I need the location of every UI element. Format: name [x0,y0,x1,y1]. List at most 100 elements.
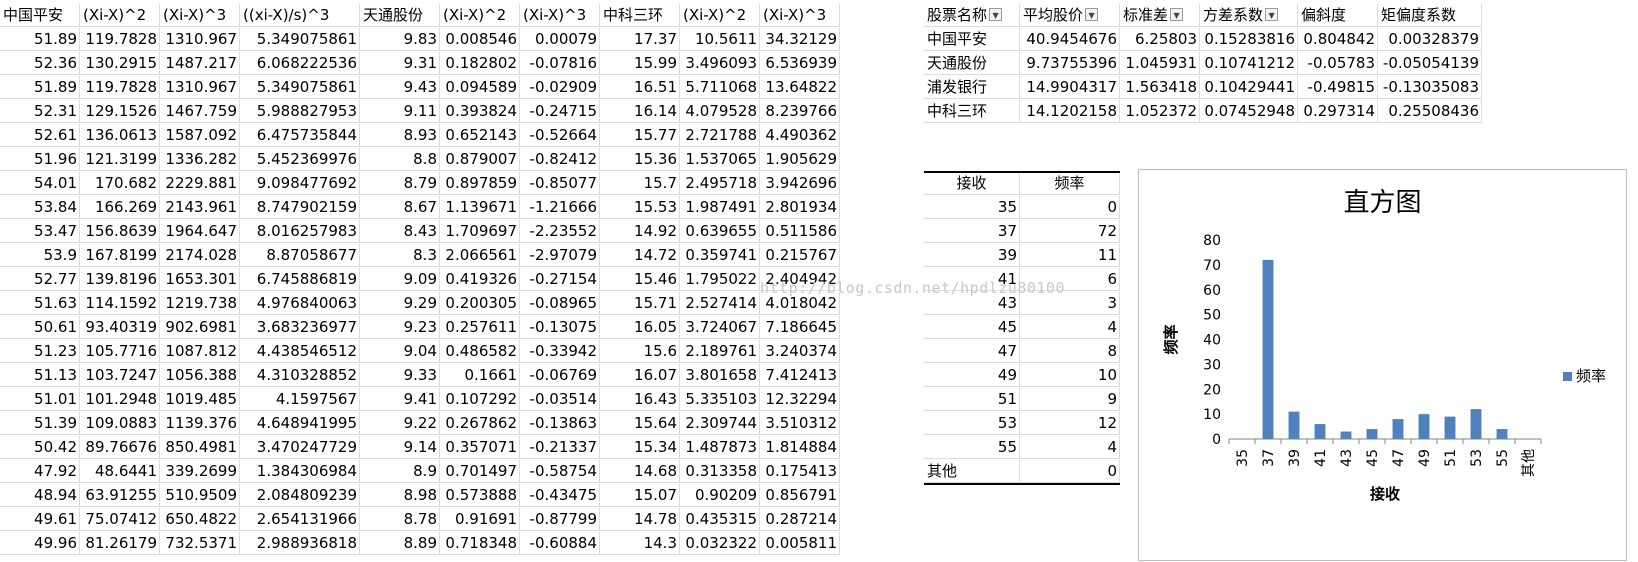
table-cell[interactable]: -0.87799 [520,508,600,531]
table-cell[interactable]: 51 [924,388,1020,411]
table-cell[interactable]: 1.795022 [680,268,760,291]
table-cell[interactable]: 14.9904317 [1020,76,1120,99]
column-header[interactable]: 矩偏度系数 [1378,4,1482,27]
table-cell[interactable]: 55 [924,436,1020,459]
table-cell[interactable]: 9.09 [360,268,440,291]
table-cell[interactable]: 0.10741212 [1200,52,1298,75]
table-cell[interactable]: -0.43475 [520,484,600,507]
table-cell[interactable]: 7.412413 [760,364,840,387]
table-cell[interactable]: 1139.376 [160,412,240,435]
table-cell[interactable]: 9.04 [360,340,440,363]
column-header[interactable]: 股票名称 ▼ [924,4,1020,27]
table-cell[interactable]: 0.257611 [440,316,520,339]
table-cell[interactable]: -2.97079 [520,244,600,267]
table-cell[interactable]: -0.58754 [520,460,600,483]
table-cell[interactable]: 52.36 [0,52,80,75]
table-cell[interactable]: 17.37 [600,28,680,51]
column-header[interactable]: (Xi-X)^2 [440,4,520,27]
table-cell[interactable]: 0.573888 [440,484,520,507]
table-cell[interactable]: 89.76676 [80,436,160,459]
table-cell[interactable]: 53.84 [0,196,80,219]
table-cell[interactable]: 16.05 [600,316,680,339]
table-cell[interactable]: 52.31 [0,100,80,123]
table-cell[interactable]: 4.438546512 [240,340,360,363]
table-cell[interactable]: 1.045931 [1120,52,1200,75]
table-cell[interactable]: 0.718348 [440,532,520,555]
table-cell[interactable]: -0.82412 [520,148,600,171]
table-cell[interactable]: 1653.301 [160,268,240,291]
table-cell[interactable]: 0.357071 [440,436,520,459]
table-cell[interactable]: 15.64 [600,412,680,435]
table-cell[interactable]: -0.07816 [520,52,600,75]
table-cell[interactable]: 1467.759 [160,100,240,123]
table-cell[interactable]: 170.682 [80,172,160,195]
table-cell[interactable]: 0.094589 [440,76,520,99]
table-cell[interactable]: 8.78 [360,508,440,531]
table-cell[interactable]: -0.05783 [1298,52,1378,75]
table-cell[interactable]: 9 [1020,388,1120,411]
table-cell[interactable]: 浦发银行 [924,76,1020,99]
table-cell[interactable]: 6.536939 [760,52,840,75]
table-cell[interactable]: 47 [924,340,1020,363]
table-cell[interactable]: 0.419326 [440,268,520,291]
column-header[interactable]: 标准差 ▼ [1120,4,1200,27]
filter-dropdown-icon[interactable]: ▼ [989,8,1003,21]
table-cell[interactable]: 72 [1020,220,1120,243]
table-cell[interactable]: 0.25508436 [1378,100,1482,123]
column-header[interactable]: 偏斜度 [1298,4,1378,27]
filter-dropdown-icon[interactable]: ▼ [1170,8,1184,21]
table-cell[interactable]: 2.495718 [680,172,760,195]
table-cell[interactable]: 0.90209 [680,484,760,507]
table-cell[interactable]: 0.897859 [440,172,520,195]
table-cell[interactable]: 0.701497 [440,460,520,483]
table-cell[interactable]: 0 [1020,460,1120,483]
table-cell[interactable]: 1.563418 [1120,76,1200,99]
table-cell[interactable]: -0.60884 [520,532,600,555]
table-cell[interactable]: 9.33 [360,364,440,387]
table-cell[interactable]: 50.61 [0,316,80,339]
table-cell[interactable]: -1.21666 [520,196,600,219]
table-cell[interactable]: 75.07412 [80,508,160,531]
table-cell[interactable]: 0.287214 [760,508,840,531]
table-cell[interactable]: 10 [1020,364,1120,387]
table-cell[interactable]: 0.1661 [440,364,520,387]
table-cell[interactable]: 114.1592 [80,292,160,315]
table-cell[interactable]: 0.200305 [440,292,520,315]
table-cell[interactable]: 1336.282 [160,148,240,171]
table-cell[interactable]: 49 [924,364,1020,387]
table-cell[interactable]: 15.6 [600,340,680,363]
table-cell[interactable]: 14.1202158 [1020,100,1120,123]
table-cell[interactable]: 8.9 [360,460,440,483]
table-cell[interactable]: 3.470247729 [240,436,360,459]
table-cell[interactable]: 166.269 [80,196,160,219]
column-header[interactable]: ((xi-X)/s)^3 [240,4,360,27]
table-cell[interactable]: 0.07452948 [1200,100,1298,123]
table-cell[interactable]: 0.175413 [760,460,840,483]
table-cell[interactable]: 3.510312 [760,412,840,435]
table-cell[interactable]: 12 [1020,412,1120,435]
table-cell[interactable]: 1056.388 [160,364,240,387]
table-cell[interactable]: 103.7247 [80,364,160,387]
table-cell[interactable]: 49.61 [0,508,80,531]
table-cell[interactable]: 8.67 [360,196,440,219]
table-cell[interactable]: 53.9 [0,244,80,267]
table-cell[interactable]: 2.527414 [680,292,760,315]
table-cell[interactable]: 81.26179 [80,532,160,555]
table-cell[interactable]: 6.068222536 [240,52,360,75]
table-cell[interactable]: 15.99 [600,52,680,75]
table-cell[interactable]: 34.32129 [760,28,840,51]
table-cell[interactable]: 139.8196 [80,268,160,291]
table-cell[interactable]: 2.084809239 [240,484,360,507]
table-cell[interactable]: 2.801934 [760,196,840,219]
table-cell[interactable]: 45 [924,316,1020,339]
table-cell[interactable]: 15.71 [600,292,680,315]
table-cell[interactable]: 10.5611 [680,28,760,51]
table-cell[interactable]: 1310.967 [160,28,240,51]
table-cell[interactable]: 14.3 [600,532,680,555]
table-cell[interactable]: 4.079528 [680,100,760,123]
table-cell[interactable]: 902.6981 [160,316,240,339]
table-cell[interactable]: 2.988936818 [240,532,360,555]
column-header[interactable]: 方差系数 ▼ [1200,4,1298,27]
table-cell[interactable]: 51.01 [0,388,80,411]
table-cell[interactable]: 14.78 [600,508,680,531]
